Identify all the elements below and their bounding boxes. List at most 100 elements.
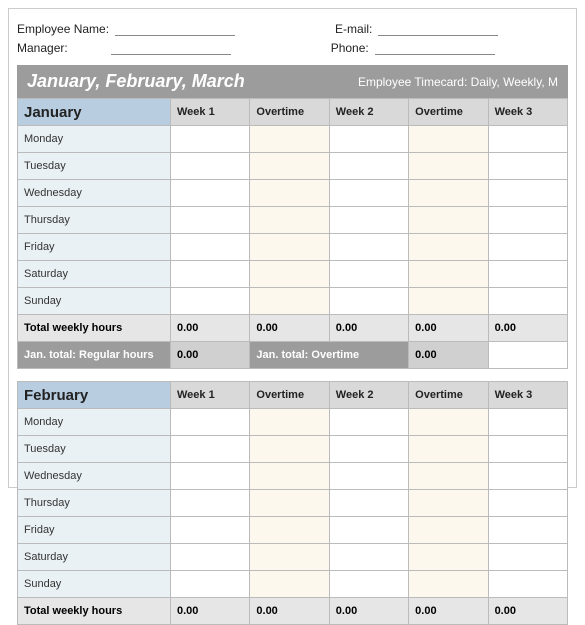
month-table: FebruaryWeek 1OvertimeWeek 2OvertimeWeek…: [17, 381, 568, 625]
hours-cell[interactable]: [250, 126, 329, 153]
hours-cell[interactable]: [329, 261, 408, 288]
hours-cell[interactable]: [250, 261, 329, 288]
hours-cell[interactable]: [409, 180, 488, 207]
hours-cell[interactable]: [250, 234, 329, 261]
hours-cell[interactable]: [250, 517, 329, 544]
total-weekly-value: 0.00: [329, 598, 408, 625]
hours-cell[interactable]: [250, 153, 329, 180]
quarter-banner: January, February, March Employee Timeca…: [17, 65, 568, 98]
day-label: Tuesday: [18, 436, 171, 463]
day-label: Tuesday: [18, 153, 171, 180]
hours-cell[interactable]: [329, 517, 408, 544]
hours-cell[interactable]: [171, 153, 250, 180]
banner-title: January, February, March: [27, 71, 245, 92]
hours-cell[interactable]: [409, 288, 488, 315]
column-header: Week 2: [329, 99, 408, 126]
hours-cell[interactable]: [171, 207, 250, 234]
manager-field: Manager:: [17, 40, 231, 55]
phone-input[interactable]: [375, 40, 495, 55]
hours-cell[interactable]: [488, 463, 567, 490]
hours-cell[interactable]: [250, 544, 329, 571]
hours-cell[interactable]: [329, 234, 408, 261]
hours-cell[interactable]: [329, 436, 408, 463]
hours-cell[interactable]: [409, 544, 488, 571]
hours-cell[interactable]: [171, 490, 250, 517]
hours-cell[interactable]: [488, 126, 567, 153]
hours-cell[interactable]: [171, 463, 250, 490]
hours-cell[interactable]: [409, 261, 488, 288]
hours-cell[interactable]: [329, 126, 408, 153]
hours-cell[interactable]: [171, 234, 250, 261]
hours-cell[interactable]: [329, 571, 408, 598]
hours-cell[interactable]: [171, 288, 250, 315]
employee-name-input[interactable]: [115, 21, 235, 36]
hours-cell[interactable]: [409, 490, 488, 517]
day-label: Thursday: [18, 490, 171, 517]
hours-cell[interactable]: [329, 153, 408, 180]
hours-cell[interactable]: [171, 517, 250, 544]
hours-cell[interactable]: [250, 571, 329, 598]
hours-cell[interactable]: [250, 207, 329, 234]
hours-cell[interactable]: [409, 436, 488, 463]
hours-cell[interactable]: [171, 436, 250, 463]
month-total-regular-value: 0.00: [171, 342, 250, 369]
column-header: Overtime: [250, 99, 329, 126]
hours-cell[interactable]: [409, 234, 488, 261]
banner-subtitle: Employee Timecard: Daily, Weekly, M: [358, 75, 558, 89]
month-total-spacer: [488, 342, 567, 369]
hours-cell[interactable]: [488, 261, 567, 288]
day-label: Friday: [18, 234, 171, 261]
hours-cell[interactable]: [488, 409, 567, 436]
hours-cell[interactable]: [171, 180, 250, 207]
hours-cell[interactable]: [488, 288, 567, 315]
hours-cell[interactable]: [250, 436, 329, 463]
hours-cell[interactable]: [329, 288, 408, 315]
month-name: January: [18, 99, 171, 126]
hours-cell[interactable]: [488, 207, 567, 234]
hours-cell[interactable]: [488, 544, 567, 571]
employee-name-label: Employee Name:: [17, 22, 109, 36]
hours-cell[interactable]: [329, 180, 408, 207]
phone-field: Phone:: [331, 40, 495, 55]
hours-cell[interactable]: [329, 490, 408, 517]
hours-cell[interactable]: [409, 517, 488, 544]
hours-cell[interactable]: [171, 126, 250, 153]
hours-cell[interactable]: [250, 180, 329, 207]
manager-input[interactable]: [111, 40, 231, 55]
hours-cell[interactable]: [250, 463, 329, 490]
hours-cell[interactable]: [409, 571, 488, 598]
hours-cell[interactable]: [409, 463, 488, 490]
header-row-2: Manager: Phone:: [17, 40, 568, 55]
hours-cell[interactable]: [250, 288, 329, 315]
total-weekly-value: 0.00: [409, 598, 488, 625]
hours-cell[interactable]: [250, 490, 329, 517]
email-input[interactable]: [378, 21, 498, 36]
hours-cell[interactable]: [171, 544, 250, 571]
hours-cell[interactable]: [488, 180, 567, 207]
hours-cell[interactable]: [488, 571, 567, 598]
hours-cell[interactable]: [409, 207, 488, 234]
day-label: Friday: [18, 517, 171, 544]
hours-cell[interactable]: [329, 409, 408, 436]
hours-cell[interactable]: [250, 409, 329, 436]
hours-cell[interactable]: [329, 463, 408, 490]
hours-cell[interactable]: [488, 517, 567, 544]
hours-cell[interactable]: [171, 409, 250, 436]
month-total-overtime-value: 0.00: [409, 342, 488, 369]
column-header: Week 1: [171, 99, 250, 126]
month-name: February: [18, 382, 171, 409]
hours-cell[interactable]: [488, 436, 567, 463]
total-weekly-value: 0.00: [488, 315, 567, 342]
hours-cell[interactable]: [409, 409, 488, 436]
column-header: Overtime: [409, 99, 488, 126]
hours-cell[interactable]: [409, 153, 488, 180]
hours-cell[interactable]: [171, 571, 250, 598]
hours-cell[interactable]: [488, 234, 567, 261]
column-header: Week 3: [488, 382, 567, 409]
hours-cell[interactable]: [488, 153, 567, 180]
hours-cell[interactable]: [329, 544, 408, 571]
hours-cell[interactable]: [171, 261, 250, 288]
hours-cell[interactable]: [488, 490, 567, 517]
hours-cell[interactable]: [409, 126, 488, 153]
hours-cell[interactable]: [329, 207, 408, 234]
